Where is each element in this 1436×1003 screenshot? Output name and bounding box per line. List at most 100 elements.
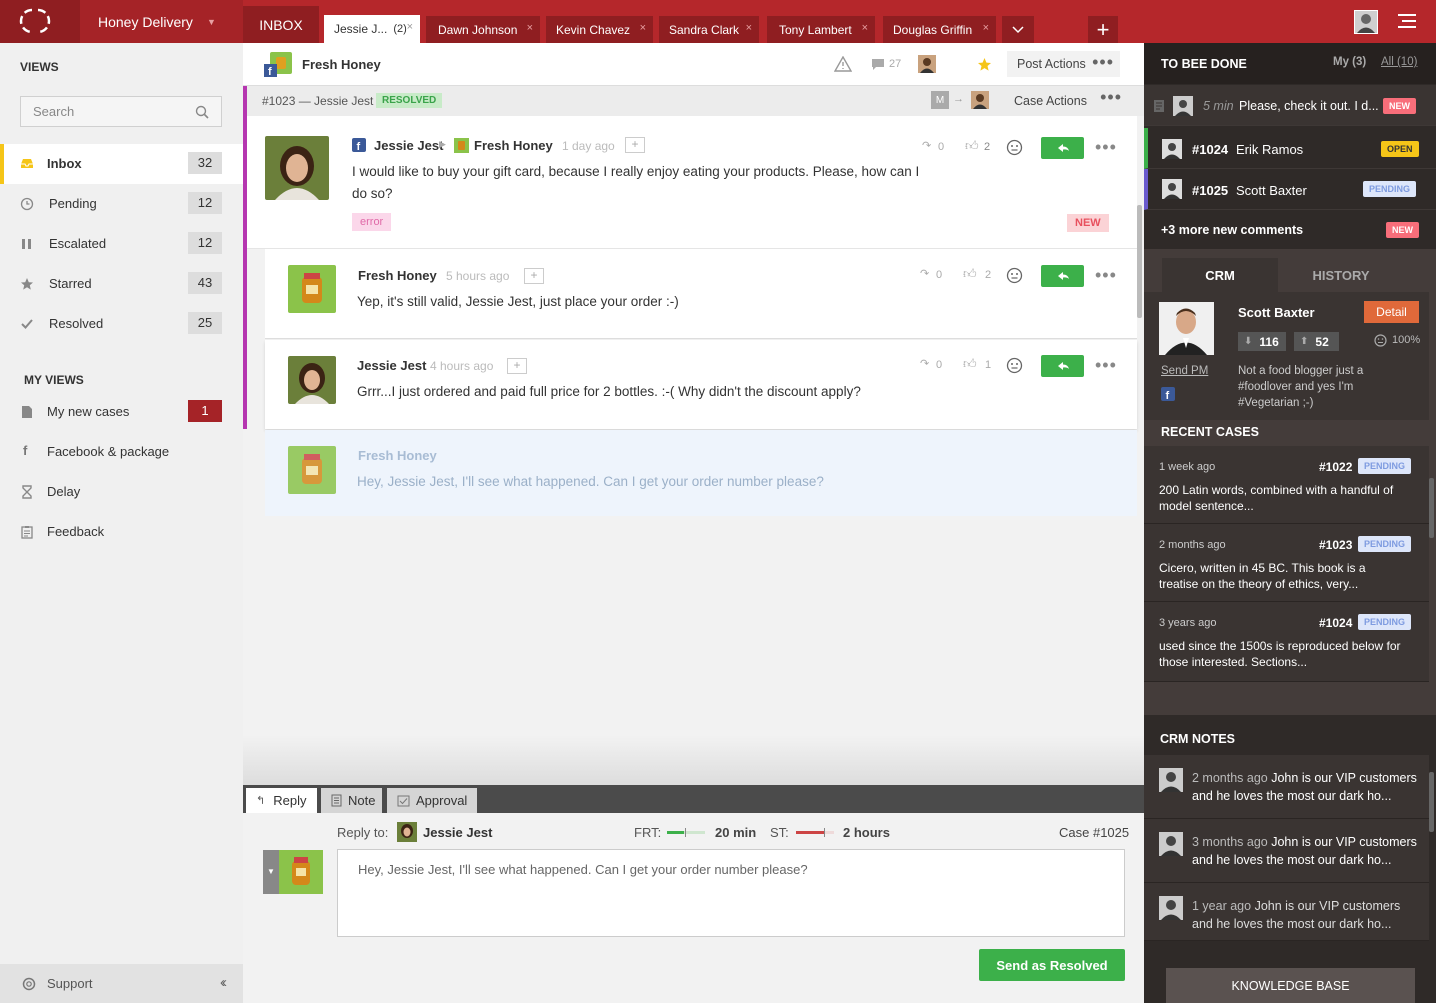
share-icon[interactable]: ↷ xyxy=(922,139,931,152)
sidebar-item-my-new-cases[interactable]: My new cases 1 xyxy=(0,392,243,432)
sidebar-item-facebook-package[interactable]: f Facebook & package xyxy=(0,432,243,472)
todo-item[interactable]: 5 min Please, check it out. I d... NEW xyxy=(1144,85,1436,126)
tab-crm[interactable]: CRM xyxy=(1162,258,1278,292)
error-tag[interactable]: error xyxy=(352,213,392,231)
emoji-icon[interactable] xyxy=(1006,139,1023,156)
tab-note[interactable]: Note xyxy=(321,788,382,813)
tab-inbox[interactable]: INBOX xyxy=(243,6,319,43)
reply-author[interactable]: Jessie Jest xyxy=(357,358,426,373)
reply-button[interactable] xyxy=(1041,265,1084,287)
recent-case[interactable]: 2 months ago #1023 PENDING Cicero, writt… xyxy=(1144,524,1429,602)
reply-icon xyxy=(1058,362,1069,370)
star-icon[interactable] xyxy=(977,57,992,72)
post-actions-button[interactable]: Post Actions ••• xyxy=(1007,51,1120,77)
like-icon[interactable]: 👍︎ xyxy=(963,266,977,282)
post-target[interactable]: Fresh Honey xyxy=(474,138,553,153)
filter-my[interactable]: My (3) xyxy=(1333,56,1366,68)
share-icon[interactable]: ↷ xyxy=(920,267,929,280)
tab-approval[interactable]: Approval xyxy=(387,788,477,813)
agent-avatar xyxy=(918,55,936,73)
todo-header: TO BEE DONE My (3) All (10) xyxy=(1144,43,1436,84)
add-tab-button[interactable]: + xyxy=(1088,16,1118,43)
scrollbar[interactable] xyxy=(1429,478,1434,538)
add-tag-icon[interactable]: + xyxy=(625,137,645,153)
sidebar-item-label: Inbox xyxy=(47,156,82,171)
todo-item[interactable]: #1024 Erik Ramos OPEN xyxy=(1144,128,1436,169)
more-comments[interactable]: +3 more new comments NEW xyxy=(1144,210,1436,249)
post-author[interactable]: Jessie Jest xyxy=(374,138,443,153)
crm-note[interactable]: 2 months ago John is our VIP customers a… xyxy=(1144,755,1429,819)
recent-case[interactable]: 1 week ago #1022 PENDING 200 Latin words… xyxy=(1144,446,1429,524)
todo-item[interactable]: #1025 Scott Baxter PENDING xyxy=(1144,169,1436,210)
sidebar-item-inbox[interactable]: Inbox 32 xyxy=(0,144,243,184)
agent-avatar xyxy=(971,91,989,109)
detail-button[interactable]: Detail xyxy=(1364,301,1419,323)
crm-note[interactable]: 3 months ago John is our VIP customers a… xyxy=(1144,819,1429,883)
search-input[interactable]: Search xyxy=(20,96,222,127)
like-icon[interactable]: 👍︎ xyxy=(963,356,977,372)
sidebar-item-label: Escalated xyxy=(49,236,107,251)
svg-text:f: f xyxy=(1166,390,1170,401)
user-avatar[interactable] xyxy=(1354,10,1378,34)
tab-douglas-griffin[interactable]: Douglas Griffin × xyxy=(883,16,996,43)
more-icon[interactable]: ••• xyxy=(1095,356,1117,374)
close-icon[interactable]: × xyxy=(746,22,752,34)
todo-case-id: #1024 xyxy=(1192,142,1229,157)
sidebar-item-delay[interactable]: Delay xyxy=(0,472,243,512)
reply-author[interactable]: Fresh Honey xyxy=(358,268,437,283)
add-tag-icon[interactable]: + xyxy=(524,268,544,284)
sidebar-item-pending[interactable]: Pending 12 xyxy=(0,184,243,224)
user-avatar xyxy=(1162,139,1182,159)
like-icon[interactable]: 👍︎ xyxy=(965,138,979,154)
scrollbar[interactable] xyxy=(1137,205,1142,318)
close-icon[interactable]: × xyxy=(983,22,989,34)
knowledge-base-button[interactable]: KNOWLEDGE BASE xyxy=(1166,968,1415,1003)
tab-reply[interactable]: ↰ Reply xyxy=(246,788,317,813)
collapse-icon[interactable]: ‹‹ xyxy=(220,974,227,991)
filter-all[interactable]: All (10) xyxy=(1381,56,1417,68)
sender-selector[interactable]: ▼ xyxy=(263,850,323,894)
close-icon[interactable]: × xyxy=(407,21,413,33)
more-icon[interactable]: ••• xyxy=(1095,266,1117,284)
sidebar-item-escalated[interactable]: Escalated 12 xyxy=(0,224,243,264)
brand-selector[interactable]: Honey Delivery ▼ xyxy=(80,0,243,43)
send-pm-link[interactable]: Send PM xyxy=(1161,365,1208,377)
support-bar[interactable]: Support ‹‹ xyxy=(0,964,243,1003)
tab-jessie-jest[interactable]: Jessie J... (2) × xyxy=(324,15,420,43)
tab-sandra-clark[interactable]: Sandra Clark × xyxy=(659,16,759,43)
reply-button[interactable] xyxy=(1041,137,1084,159)
scrollbar[interactable] xyxy=(1429,772,1434,832)
close-icon[interactable]: × xyxy=(862,22,868,34)
crm-note[interactable]: 1 year ago John is our VIP customers and… xyxy=(1144,883,1429,941)
tab-tony-lambert[interactable]: Tony Lambert × xyxy=(767,16,875,43)
tab-history[interactable]: HISTORY xyxy=(1283,258,1399,292)
reply-textarea[interactable]: Hey, Jessie Jest, I'll see what happened… xyxy=(337,849,1125,937)
reply-post: Fresh Honey 5 hours ago + Yep, it's stil… xyxy=(265,249,1137,339)
sidebar-item-resolved[interactable]: Resolved 25 xyxy=(0,304,243,344)
sidebar-item-feedback[interactable]: Feedback xyxy=(0,512,243,552)
emoji-icon[interactable] xyxy=(1006,267,1023,284)
add-tag-icon[interactable]: + xyxy=(507,358,527,374)
inbox-icon xyxy=(21,159,33,168)
menu-icon[interactable] xyxy=(1398,13,1416,29)
emoji-icon[interactable] xyxy=(1006,357,1023,374)
tabs-overflow-button[interactable] xyxy=(1002,16,1034,43)
close-icon[interactable]: × xyxy=(527,22,533,34)
sidebar-count: 12 xyxy=(188,232,222,254)
tab-kevin-chavez[interactable]: Kevin Chavez × xyxy=(546,16,653,43)
tab-dawn-johnson[interactable]: Dawn Johnson × xyxy=(426,16,540,43)
facebook-icon[interactable]: f xyxy=(1161,387,1175,401)
recent-case[interactable]: 3 years ago #1024 PENDING used since the… xyxy=(1144,602,1429,682)
sidebar-item-starred[interactable]: Starred 43 xyxy=(0,264,243,304)
case-actions-button[interactable]: Case Actions ••• xyxy=(1010,86,1124,116)
more-icon[interactable]: ••• xyxy=(1095,138,1117,156)
reply-to-name[interactable]: Jessie Jest xyxy=(423,825,492,840)
close-icon[interactable]: × xyxy=(640,22,646,34)
share-icon[interactable]: ↷ xyxy=(920,357,929,370)
warning-icon[interactable] xyxy=(834,56,852,72)
send-as-resolved-button[interactable]: Send as Resolved xyxy=(979,949,1125,981)
reply-button[interactable] xyxy=(1041,355,1084,377)
profile-name: Scott Baxter xyxy=(1238,305,1315,320)
logo-icon xyxy=(19,8,51,34)
app-logo[interactable] xyxy=(0,0,80,43)
